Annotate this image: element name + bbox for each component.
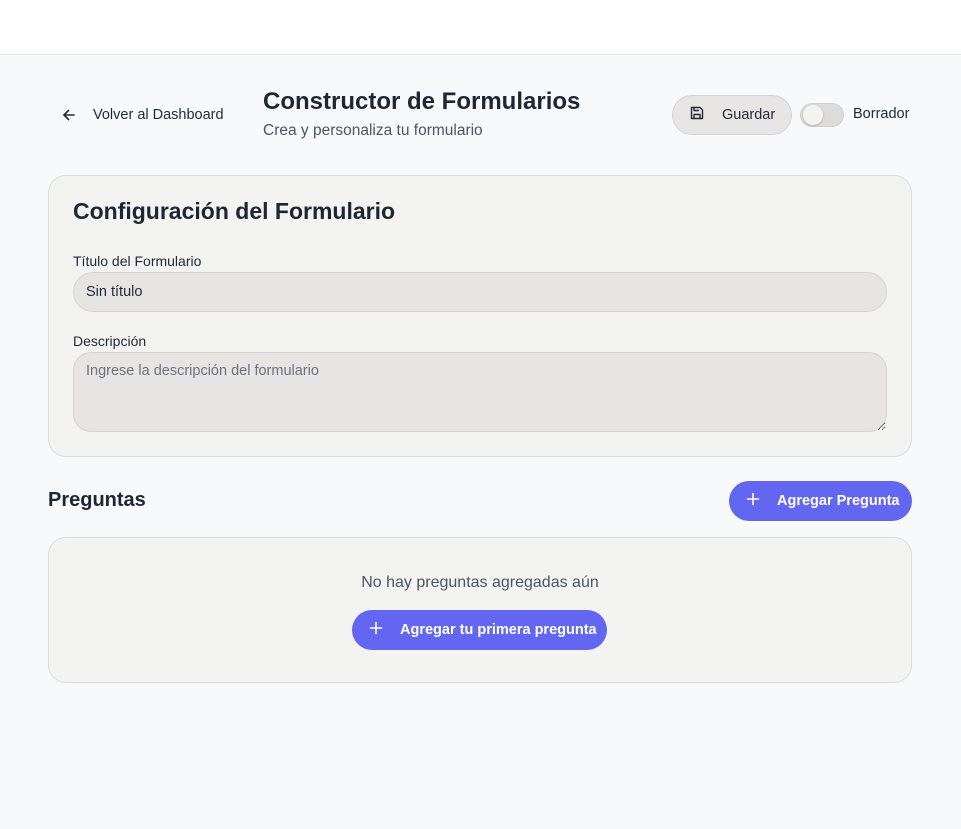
draft-status-label: Borrador (853, 106, 910, 122)
form-description-textarea[interactable] (73, 352, 887, 432)
toggle-knob (803, 105, 823, 125)
plus-icon (369, 621, 383, 639)
plus-icon (746, 492, 760, 510)
form-title-label: Título del Formulario (73, 253, 202, 269)
back-to-dashboard-link[interactable]: Volver al Dashboard (62, 103, 224, 127)
questions-empty-state: No hay preguntas agregadas aún Agregar t… (48, 537, 912, 683)
arrow-left-icon (62, 108, 76, 122)
top-bar (0, 0, 961, 55)
form-config-card: Configuración del Formulario Título del … (48, 175, 912, 457)
save-button[interactable]: Guardar (672, 95, 792, 135)
empty-state-text: No hay preguntas agregadas aún (361, 574, 599, 591)
form-description-label: Descripción (73, 333, 147, 349)
page-subtitle: Crea y personaliza tu formulario (263, 122, 483, 139)
config-card-title: Configuración del Formulario (73, 198, 396, 224)
page-title: Constructor de Formularios (263, 88, 581, 115)
add-question-label: Agregar Pregunta (777, 493, 900, 509)
add-first-question-button[interactable]: Agregar tu primera pregunta (352, 610, 607, 650)
add-first-question-label: Agregar tu primera pregunta (400, 622, 597, 638)
save-icon (689, 105, 705, 125)
add-question-button[interactable]: Agregar Pregunta (729, 481, 912, 521)
back-link-label: Volver al Dashboard (93, 107, 224, 123)
questions-heading: Preguntas (48, 489, 146, 511)
form-title-input[interactable] (73, 272, 887, 312)
draft-status-toggle[interactable] (800, 103, 844, 127)
save-button-label: Guardar (722, 107, 776, 123)
